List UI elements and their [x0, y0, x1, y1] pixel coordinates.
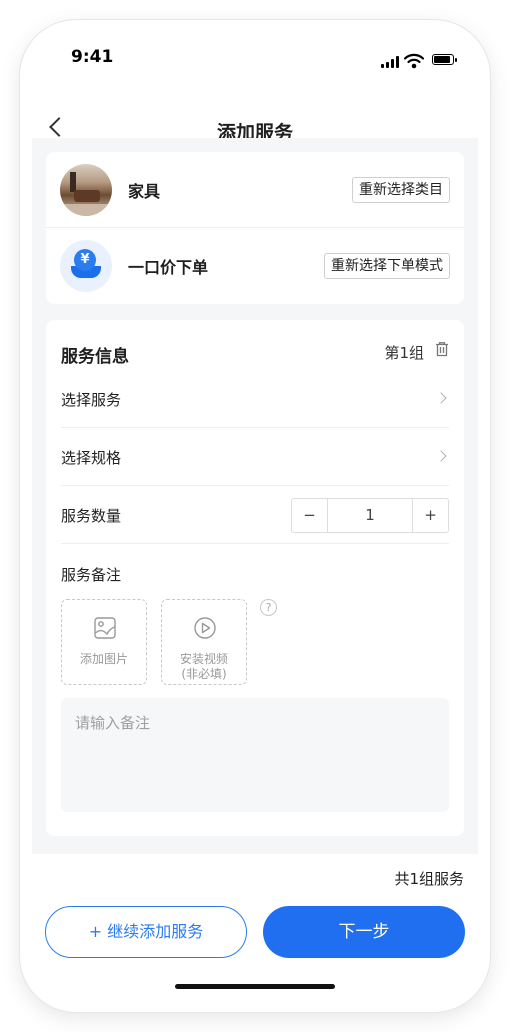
category-row: 家具 重新选择类目	[46, 152, 464, 228]
select-service-row[interactable]: 选择服务	[61, 370, 449, 428]
remark-title: 服务备注	[61, 566, 122, 584]
quantity-row: 服务数量 − 1 +	[61, 486, 449, 544]
order-mode-row: ¥ 一口价下单 重新选择下单模式	[46, 228, 464, 304]
decrement-button[interactable]: −	[292, 499, 327, 532]
add-image-label: 添加图片	[79, 652, 128, 666]
battery-icon	[432, 54, 457, 65]
remark-input[interactable]	[61, 698, 449, 812]
question-circle-icon[interactable]: ?	[260, 599, 277, 616]
reselect-mode-button[interactable]: 重新选择下单模式	[324, 253, 450, 279]
select-service-label: 选择服务	[61, 391, 122, 409]
yuan-hand-icon: ¥	[60, 240, 112, 292]
status-time: 9:41	[71, 47, 114, 67]
video-icon	[194, 617, 216, 639]
wifi-icon	[404, 53, 424, 69]
add-image-button[interactable]: 添加图片	[61, 599, 147, 685]
quantity-label: 服务数量	[61, 507, 122, 525]
install-video-line1: 安装视频	[179, 652, 228, 666]
group-label: 第1组	[384, 344, 424, 362]
install-video-button[interactable]: 安装视频 (非必填)	[161, 599, 247, 685]
chevron-right-icon	[435, 450, 447, 462]
home-indicator	[175, 984, 335, 989]
signal-icon	[381, 56, 401, 68]
chevron-right-icon	[435, 392, 447, 404]
total-services: 共1组服务	[394, 870, 464, 888]
quantity-value[interactable]: 1	[327, 499, 413, 532]
next-step-button[interactable]: 下一步	[263, 906, 465, 958]
select-spec-row[interactable]: 选择规格	[61, 428, 449, 486]
select-spec-label: 选择规格	[61, 449, 122, 467]
furniture-thumbnail	[60, 164, 112, 216]
quantity-stepper: − 1 +	[291, 498, 449, 533]
increment-button[interactable]: +	[413, 499, 448, 532]
install-video-line2: (非必填)	[181, 667, 227, 681]
image-icon	[94, 617, 116, 639]
reselect-category-button[interactable]: 重新选择类目	[352, 177, 450, 203]
trash-icon[interactable]	[434, 341, 450, 357]
status-bar: 9:41	[20, 20, 490, 96]
section-title: 服务信息	[61, 347, 129, 367]
selection-card: 家具 重新选择类目 ¥ 一口价下单 重新选择下单模式	[46, 152, 464, 304]
phone-frame: 9:41 添加服务 家具 重新选择类目 ¥ 一口价下单 重新选择下单模式 服务信…	[20, 20, 490, 1012]
category-name: 家具	[128, 182, 161, 201]
order-mode-name: 一口价下单	[128, 258, 209, 277]
content-area: 家具 重新选择类目 ¥ 一口价下单 重新选择下单模式 服务信息 第1组 选择服务	[32, 138, 478, 854]
install-video-label: 安装视频 (非必填)	[162, 652, 246, 682]
continue-add-button[interactable]: + 继续添加服务	[45, 906, 247, 958]
service-info-card: 服务信息 第1组 选择服务 选择规格 服务数量 − 1 + 服务备注 添加图片 …	[46, 320, 464, 836]
